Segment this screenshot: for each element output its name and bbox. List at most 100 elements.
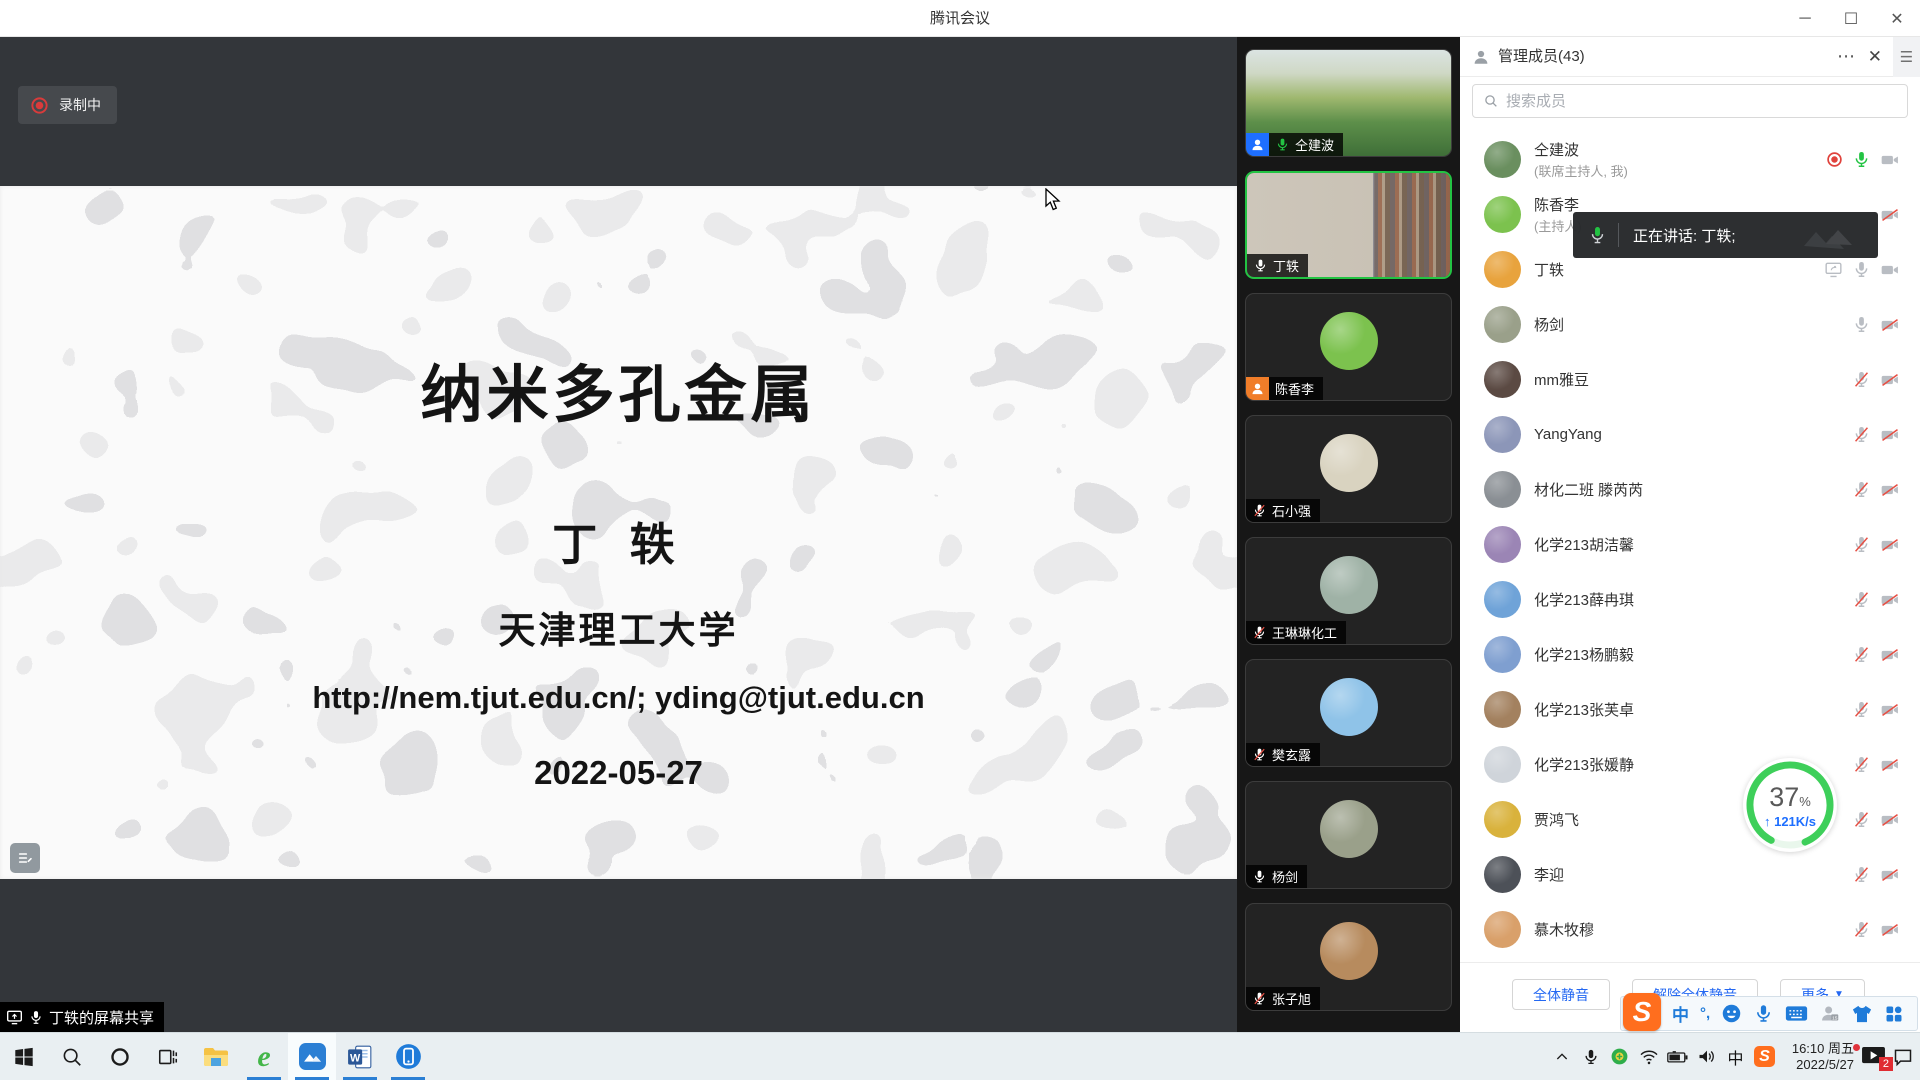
- camera-icon[interactable]: [1880, 150, 1900, 170]
- member-row-化学213张媛静[interactable]: 化学213张媛静: [1460, 737, 1920, 792]
- member-row-杨剑[interactable]: 杨剑: [1460, 297, 1920, 352]
- maximize-button[interactable]: ☐: [1828, 0, 1874, 37]
- video-tile-杨剑[interactable]: 杨剑: [1245, 781, 1452, 889]
- member-row-贾鸿飞[interactable]: 贾鸿飞: [1460, 792, 1920, 847]
- member-row-mm雅豆[interactable]: mm雅豆: [1460, 352, 1920, 407]
- member-search-input[interactable]: [1506, 93, 1897, 110]
- member-row-化学213张芙卓[interactable]: 化学213张芙卓: [1460, 682, 1920, 737]
- svg-text:15: 15: [1832, 1015, 1838, 1021]
- mic-icon[interactable]: [1852, 260, 1871, 279]
- member-row-化学213胡洁馨[interactable]: 化学213胡洁馨: [1460, 517, 1920, 572]
- camera-off-icon[interactable]: [1880, 315, 1900, 335]
- mic-muted-icon[interactable]: [1852, 865, 1871, 884]
- mic-icon: [29, 1009, 43, 1026]
- mic-muted-icon[interactable]: [1852, 810, 1871, 829]
- tray-mic-icon[interactable]: [1577, 1033, 1604, 1080]
- camera-off-icon[interactable]: [1880, 755, 1900, 775]
- mic-muted-icon[interactable]: [1852, 755, 1871, 774]
- network-speed-ball[interactable]: 37% ↑ 121K/s: [1743, 758, 1837, 852]
- member-row-仝建波[interactable]: 仝建波 (联席主持人, 我): [1460, 132, 1920, 187]
- mic-muted-icon[interactable]: [1852, 590, 1871, 609]
- video-tile-丁轶[interactable]: 丁轶: [1245, 171, 1452, 279]
- cpu-percent: 37: [1769, 782, 1799, 812]
- video-tile-仝建波[interactable]: 仝建波: [1245, 49, 1452, 157]
- emoji-icon[interactable]: [1721, 1003, 1742, 1024]
- taskbar-clock[interactable]: 16:10 周五 2022/5/27: [1780, 1041, 1858, 1073]
- member-row-YangYang[interactable]: YangYang: [1460, 407, 1920, 462]
- voice-input-icon[interactable]: [1753, 1003, 1774, 1024]
- windows-start-icon[interactable]: [0, 1033, 48, 1080]
- mic-muted-icon[interactable]: [1852, 370, 1871, 389]
- camera-icon[interactable]: [1880, 260, 1900, 280]
- mic-icon[interactable]: [1852, 315, 1871, 334]
- sogou-logo-icon[interactable]: S: [1623, 997, 1661, 1031]
- cortana-icon[interactable]: [96, 1033, 144, 1080]
- camera-off-icon[interactable]: [1880, 590, 1900, 610]
- camera-off-icon[interactable]: [1880, 920, 1900, 940]
- mic-muted-icon[interactable]: [1852, 645, 1871, 664]
- annotation-toolbar-toggle[interactable]: [10, 843, 40, 873]
- member-row-化学213薛冉琪[interactable]: 化学213薛冉琪: [1460, 572, 1920, 627]
- mic-muted-icon[interactable]: [1852, 425, 1871, 444]
- media-player-icon[interactable]: 2: [1860, 1033, 1887, 1080]
- member-role: (联席主持人, 我): [1534, 161, 1813, 180]
- skin-icon[interactable]: [1851, 1004, 1873, 1024]
- camera-off-icon[interactable]: [1880, 480, 1900, 500]
- mic-muted-icon[interactable]: [1852, 920, 1871, 939]
- camera-off-icon[interactable]: [1880, 205, 1900, 225]
- video-tile-王琳琳化工[interactable]: 王琳琳化工: [1245, 537, 1452, 645]
- window-controls: ─ ☐ ✕: [1782, 0, 1920, 37]
- member-row-李迎[interactable]: 李迎: [1460, 847, 1920, 902]
- action-center-icon[interactable]: [1889, 1033, 1916, 1080]
- member-row-材化二班 滕芮芮[interactable]: 材化二班 滕芮芮: [1460, 462, 1920, 517]
- member-row-化学213杨鹏毅[interactable]: 化学213杨鹏毅: [1460, 627, 1920, 682]
- panel-menu-icon[interactable]: ☰: [1893, 37, 1920, 77]
- camera-off-icon[interactable]: [1880, 535, 1900, 555]
- tray-wifi-icon[interactable]: [1635, 1033, 1662, 1080]
- recording-badge[interactable]: 录制中: [18, 86, 117, 124]
- video-tile-陈香李[interactable]: 陈香李: [1245, 293, 1452, 401]
- meeting-logo-watermark: [1800, 220, 1864, 252]
- avatar: [1484, 636, 1521, 673]
- tray-volume-icon[interactable]: [1693, 1033, 1720, 1080]
- tray-chevron-up-icon[interactable]: [1548, 1033, 1575, 1080]
- mic-on-icon[interactable]: [1852, 150, 1871, 169]
- member-row-慕木牧穆[interactable]: 慕木牧穆: [1460, 902, 1920, 957]
- keyboard-icon[interactable]: [1785, 1004, 1808, 1023]
- camera-off-icon[interactable]: [1880, 865, 1900, 885]
- tray-antivirus-icon[interactable]: [1606, 1033, 1633, 1080]
- camera-off-icon[interactable]: [1880, 700, 1900, 720]
- ime-mode-indicator[interactable]: 中: [1672, 1001, 1689, 1026]
- taskbar-search-icon[interactable]: [48, 1033, 96, 1080]
- member-name: 杨剑: [1534, 314, 1839, 335]
- word-icon[interactable]: W: [336, 1033, 384, 1080]
- tencent-meeting-icon[interactable]: [288, 1033, 336, 1080]
- camera-off-icon[interactable]: [1880, 425, 1900, 445]
- mic-muted-icon[interactable]: [1852, 480, 1871, 499]
- camera-off-icon[interactable]: [1880, 645, 1900, 665]
- percent-unit: %: [1799, 794, 1811, 809]
- mic-muted-icon[interactable]: [1852, 535, 1871, 554]
- video-thumbnail-strip: 仝建波 丁轶 陈香李: [1237, 37, 1460, 1032]
- task-view-icon[interactable]: [144, 1033, 192, 1080]
- video-tile-石小强[interactable]: 石小强: [1245, 415, 1452, 523]
- camera-off-icon[interactable]: [1880, 810, 1900, 830]
- file-explorer-icon[interactable]: [192, 1033, 240, 1080]
- mic-muted-icon[interactable]: [1852, 700, 1871, 719]
- tray-sogou-icon[interactable]: S: [1751, 1033, 1778, 1080]
- phone-app-icon[interactable]: [384, 1033, 432, 1080]
- tray-ime-indicator[interactable]: 中: [1722, 1033, 1749, 1080]
- panel-more-icon[interactable]: ⋯: [1837, 37, 1856, 77]
- punctuation-icon[interactable]: °,: [1700, 1005, 1710, 1022]
- ie-browser-icon[interactable]: e: [240, 1033, 288, 1080]
- close-button[interactable]: ✕: [1874, 0, 1920, 37]
- minimize-button[interactable]: ─: [1782, 0, 1828, 37]
- panel-close-icon[interactable]: ✕: [1868, 37, 1882, 77]
- video-tile-张子旭[interactable]: 张子旭: [1245, 903, 1452, 1011]
- user-mode-icon[interactable]: 15: [1819, 1003, 1840, 1024]
- toolbox-icon[interactable]: [1884, 1004, 1904, 1024]
- camera-off-icon[interactable]: [1880, 370, 1900, 390]
- video-tile-樊玄露[interactable]: 樊玄露: [1245, 659, 1452, 767]
- tray-battery-icon[interactable]: [1664, 1033, 1691, 1080]
- mute-all-button[interactable]: 全体静音: [1512, 979, 1610, 1010]
